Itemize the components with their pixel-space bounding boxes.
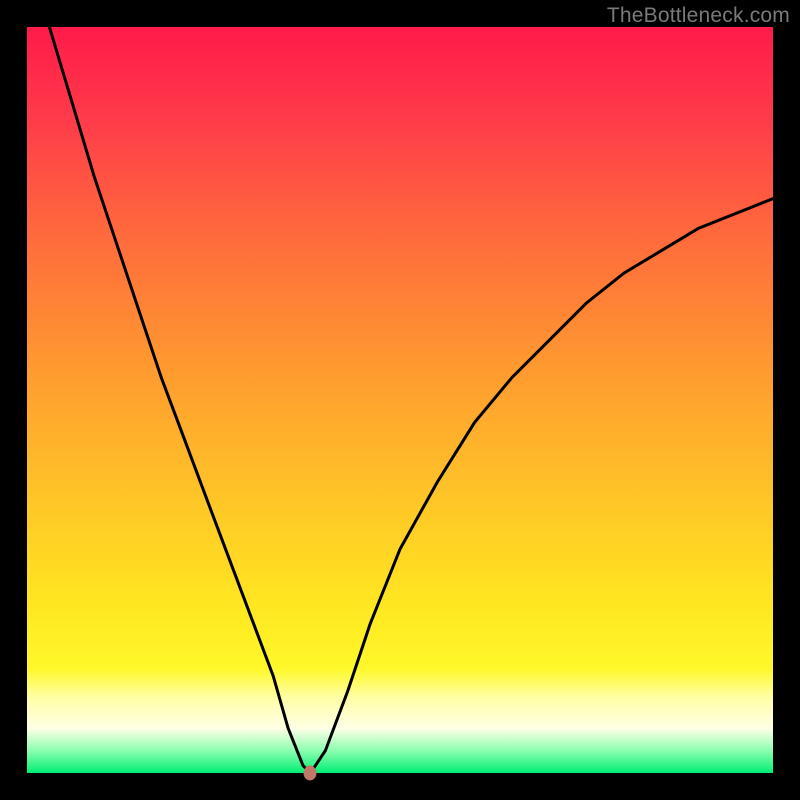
- watermark-text: TheBottleneck.com: [607, 4, 790, 28]
- plot-area: [27, 27, 773, 773]
- chart-frame: TheBottleneck.com: [0, 0, 800, 800]
- curve-svg: [27, 27, 773, 773]
- minimum-marker: [304, 766, 317, 781]
- bottleneck-curve: [49, 27, 773, 773]
